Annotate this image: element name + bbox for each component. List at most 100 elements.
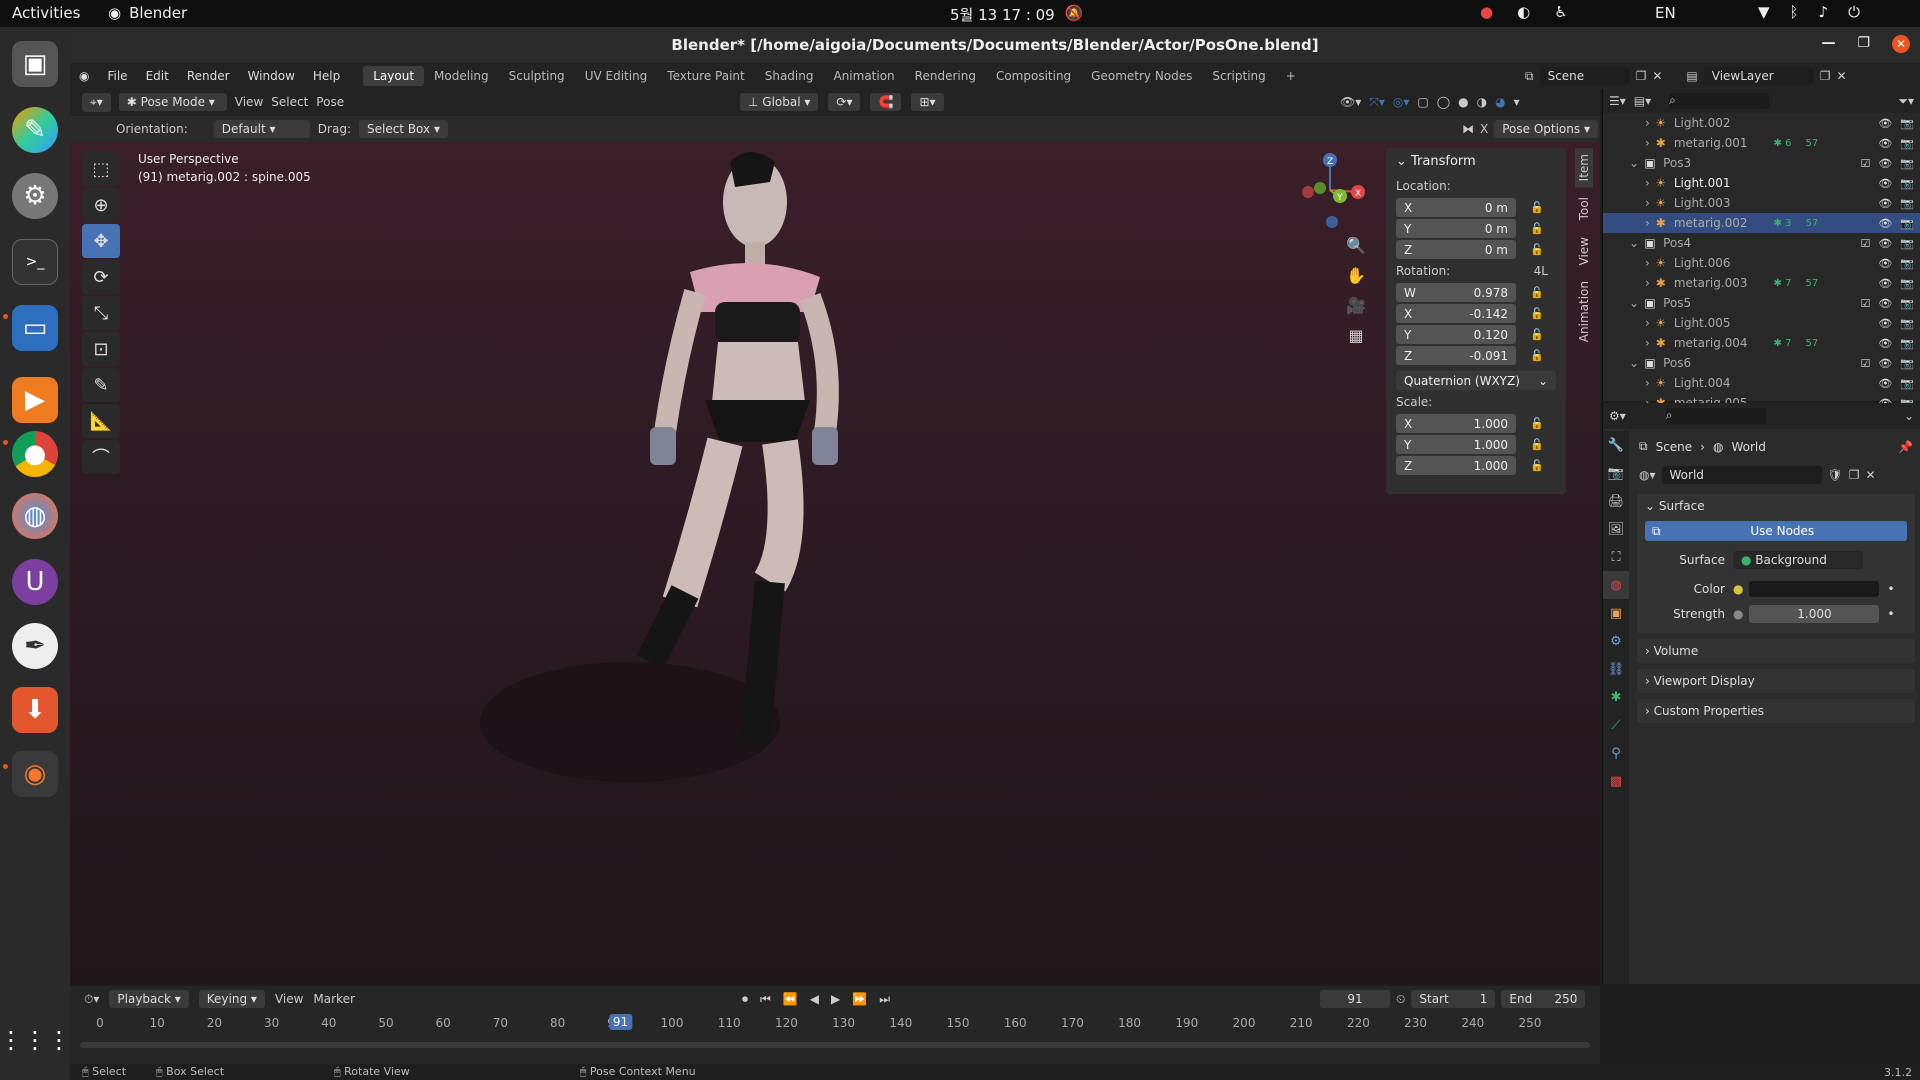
strength-field[interactable]: 1.000 <box>1749 605 1880 623</box>
display-mode-icon[interactable]: ▤▾ <box>1634 94 1651 108</box>
measure-tool-icon[interactable]: 📐 <box>82 404 120 438</box>
transform-tool-icon[interactable]: ⊡ <box>82 332 120 366</box>
camera-view-icon[interactable]: 🎥 <box>1344 296 1368 320</box>
properties-search-input[interactable]: ⌕ <box>1665 408 1766 424</box>
bone-constraint-tab-icon[interactable]: ⚲ <box>1603 739 1629 767</box>
lock-icon[interactable]: 🔓 <box>1530 286 1544 299</box>
close-icon[interactable]: ✕ <box>1892 35 1910 53</box>
outliner-row-metarig-003[interactable]: › ✱ metarig.003 ✱ 7 57 👁 📷 <box>1603 273 1920 293</box>
volume-panel-header[interactable]: › Volume <box>1637 639 1915 663</box>
render-camera-icon[interactable]: 📷 <box>1900 157 1914 170</box>
menu-select[interactable]: Select <box>271 95 308 109</box>
expand-chevron-icon[interactable]: › <box>1645 336 1650 350</box>
expand-chevron-icon[interactable]: › <box>1645 196 1650 210</box>
checkbox-icon[interactable]: ☑ <box>1860 157 1870 170</box>
app-menu[interactable]: ◉ Blender <box>108 4 187 22</box>
eye-icon[interactable]: 👁 <box>1878 157 1892 170</box>
fake-user-icon[interactable]: 🛡 <box>1828 468 1843 482</box>
timeline-scrollbar[interactable] <box>80 1042 1590 1048</box>
tab-tool[interactable]: Tool <box>1575 191 1593 226</box>
language-indicator[interactable]: EN <box>1655 4 1676 22</box>
unity-hub-app-icon[interactable]: U <box>12 559 58 605</box>
tab-uv-editing[interactable]: UV Editing <box>575 66 658 86</box>
outliner-row-light-006[interactable]: › ☀ Light.006 👁 📷 <box>1603 253 1920 273</box>
custom-properties-panel-header[interactable]: › Custom Properties <box>1637 699 1915 723</box>
end-frame-field[interactable]: End 250 <box>1501 990 1586 1008</box>
navigation-gizmo[interactable]: Z X Y <box>1290 150 1370 230</box>
world-browse-icon[interactable]: ◍▾ <box>1639 468 1656 482</box>
color-picker-app-icon[interactable]: ✎ <box>12 107 58 153</box>
lock-icon[interactable]: 🔓 <box>1530 459 1544 472</box>
object-properties-tab-icon[interactable]: ▣ <box>1603 599 1629 627</box>
annotate-tool-icon[interactable]: ✎ <box>82 368 120 402</box>
outliner-row-pos5[interactable]: ⌄ ▣ Pos5 ☑ 👁 📷 <box>1603 293 1920 313</box>
lock-icon[interactable]: 🔓 <box>1530 243 1544 256</box>
scale-y-field[interactable]: Y 1.000 <box>1396 435 1516 454</box>
outliner-row-light-005[interactable]: › ☀ Light.005 👁 📷 <box>1603 313 1920 333</box>
outliner-row-pos3[interactable]: ⌄ ▣ Pos3 ☑ 👁 📷 <box>1603 153 1920 173</box>
orientation-selector[interactable]: Default ▾ <box>213 120 310 138</box>
render-camera-icon[interactable]: 📷 <box>1900 177 1914 190</box>
files-app-icon[interactable]: ▭ <box>12 305 58 351</box>
video-player-app-icon[interactable]: ▶ <box>12 377 58 423</box>
screenshot-app-icon[interactable]: ▣ <box>12 41 58 87</box>
texture-properties-tab-icon[interactable]: ▩ <box>1603 767 1629 795</box>
render-camera-icon[interactable]: 📷 <box>1900 197 1914 210</box>
render-camera-icon[interactable]: 📷 <box>1900 337 1914 350</box>
tab-scripting[interactable]: Scripting <box>1202 66 1275 86</box>
eye-icon[interactable]: 👁 <box>1878 317 1892 330</box>
pin-icon[interactable]: 📌 <box>1898 440 1913 454</box>
zoom-icon[interactable]: 🔍 <box>1344 236 1368 260</box>
jump-keyframe-forward-icon[interactable]: ⏩ <box>852 992 867 1007</box>
rotation-mode-selector[interactable]: Quaternion (WXYZ) ⌄ <box>1396 371 1556 390</box>
visibility-selector-icon[interactable]: 👁▾ <box>1340 95 1361 109</box>
expand-chevron-icon[interactable]: ⌄ <box>1629 236 1639 250</box>
visibility-toggles[interactable]: ☑ 👁 📷 <box>1860 157 1914 170</box>
jump-end-icon[interactable]: ⏭ <box>879 992 890 1007</box>
menu-edit[interactable]: Edit <box>137 69 178 83</box>
surface-shader-selector[interactable]: ● Background <box>1733 551 1863 569</box>
world-properties-tab-icon[interactable]: ◍ <box>1603 571 1629 599</box>
shading-options-icon[interactable]: ▾ <box>1514 95 1520 109</box>
outliner-row-light-001[interactable]: › ☀ Light.001 👁 📷 <box>1603 173 1920 193</box>
play-reverse-icon[interactable]: ◀ <box>810 992 819 1007</box>
menu-render[interactable]: Render <box>178 69 239 83</box>
render-camera-icon[interactable]: 📷 <box>1900 137 1914 150</box>
keyframe-dot-icon[interactable]: • <box>1887 607 1894 621</box>
blender-menu-icon[interactable]: ◉ <box>70 69 98 83</box>
rotation-y-field[interactable]: Y 0.120 <box>1396 325 1516 344</box>
location-z-field[interactable]: Z 0 m <box>1396 240 1516 259</box>
terminal-app-icon[interactable]: >_ <box>12 239 58 285</box>
marker-menu[interactable]: Marker <box>313 992 354 1006</box>
render-camera-icon[interactable]: 📷 <box>1900 317 1914 330</box>
tab-shading[interactable]: Shading <box>755 66 824 86</box>
outliner-row-light-004[interactable]: › ☀ Light.004 👁 📷 <box>1603 373 1920 393</box>
render-properties-tab-icon[interactable]: 📷 <box>1603 459 1629 487</box>
lock-icon[interactable]: 🔓 <box>1530 222 1544 235</box>
expand-chevron-icon[interactable]: › <box>1645 376 1650 390</box>
render-camera-icon[interactable]: 📷 <box>1900 117 1914 130</box>
tool-properties-tab-icon[interactable]: 🔧 <box>1603 431 1629 459</box>
krita-app-icon[interactable]: ✒ <box>12 623 58 669</box>
visibility-toggles[interactable]: 👁📷 <box>1878 317 1914 330</box>
xray-toggle-icon[interactable]: ▢ <box>1417 95 1428 109</box>
blender-app-icon[interactable]: ◉ <box>12 751 58 797</box>
visibility-toggles[interactable]: 👁📷 <box>1878 197 1914 210</box>
outliner-row-metarig-001[interactable]: › ✱ metarig.001 ✱ 6 57 👁 📷 <box>1603 133 1920 153</box>
menu-window[interactable]: Window <box>239 69 304 83</box>
visibility-toggles[interactable]: ☑ 👁 📷 <box>1860 357 1914 370</box>
ortho-grid-icon[interactable]: ▦ <box>1344 326 1368 350</box>
tab-animation-side[interactable]: Animation <box>1575 275 1593 348</box>
gizmo-toggle-icon[interactable]: ⤧▾ <box>1369 95 1385 110</box>
timeline-editor-type-icon[interactable]: ⏱▾ <box>84 992 99 1007</box>
cursor-tool-icon[interactable]: ⊕ <box>82 188 120 222</box>
wireframe-shading-icon[interactable]: ◯ <box>1437 95 1450 109</box>
duplicate-icon[interactable]: ❐ <box>1849 468 1860 482</box>
frame-ruler[interactable]: 0102030405060708090100110120130140150160… <box>70 1012 1600 1036</box>
3d-viewport[interactable] <box>70 142 1600 984</box>
expand-chevron-icon[interactable]: › <box>1645 136 1650 150</box>
eye-icon[interactable]: 👁 <box>1878 117 1892 130</box>
new-scene-icon[interactable]: ❐ <box>1636 69 1647 83</box>
lock-icon[interactable]: 🔓 <box>1530 307 1544 320</box>
new-view-layer-icon[interactable]: ❐ <box>1820 69 1831 83</box>
